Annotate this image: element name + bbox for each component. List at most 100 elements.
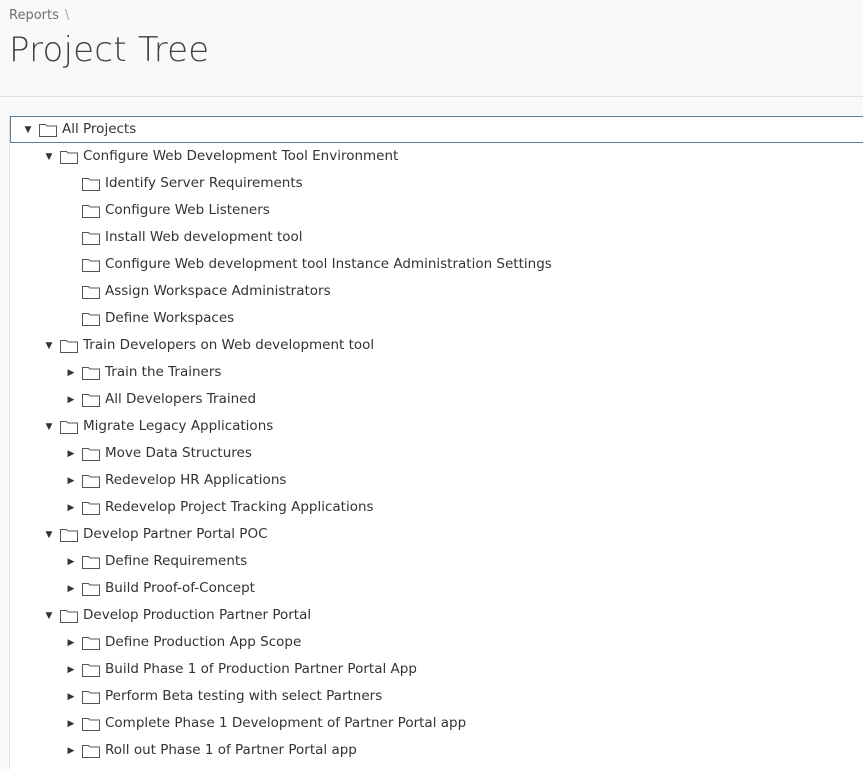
triangle-right-icon[interactable]: ▶ bbox=[63, 365, 79, 381]
tree-node-label[interactable]: Identify Server Requirements bbox=[105, 170, 303, 197]
tree-node-task[interactable]: ▶ Define Production App Scope bbox=[10, 629, 302, 656]
tree-node-task[interactable]: ▶ Redevelop HR Applications bbox=[10, 467, 287, 494]
tree-node-label[interactable]: Perform Beta testing with select Partner… bbox=[105, 683, 382, 710]
triangle-right-icon[interactable]: ▶ bbox=[63, 554, 79, 570]
tree-node-task[interactable]: ▶ Move Data Structures bbox=[10, 440, 252, 467]
tree-node-label[interactable]: Complete Phase 1 Development of Partner … bbox=[105, 710, 466, 737]
triangle-right-icon[interactable]: ▶ bbox=[63, 662, 79, 678]
folder-icon bbox=[60, 150, 78, 164]
tree-node-label[interactable]: Define Workspaces bbox=[105, 305, 234, 332]
tree-node-task[interactable]: Configure Web development tool Instance … bbox=[10, 251, 552, 278]
triangle-right-icon[interactable]: ▶ bbox=[63, 392, 79, 408]
tree-node-task[interactable]: ▶ Define Requirements bbox=[10, 548, 248, 575]
folder-icon bbox=[82, 204, 100, 218]
tree-node-task[interactable]: ▶ All Developers Trained bbox=[10, 386, 257, 413]
triangle-right-icon[interactable]: ▶ bbox=[63, 743, 79, 759]
tree-node-project[interactable]: ▼ Train Developers on Web development too… bbox=[10, 332, 375, 359]
tree-node-label[interactable]: Configure Web Development Tool Environme… bbox=[83, 143, 398, 170]
tree-node-label[interactable]: Define Production App Scope bbox=[105, 629, 301, 656]
page-title: Project Tree bbox=[9, 30, 210, 70]
breadcrumb: Reports \ bbox=[9, 8, 69, 23]
triangle-right-icon[interactable]: ▶ bbox=[63, 635, 79, 651]
folder-icon bbox=[82, 690, 100, 704]
tree-node-label[interactable]: Install Web development tool bbox=[105, 224, 303, 251]
tree-node-label[interactable]: Configure Web development tool Instance … bbox=[105, 251, 552, 278]
tree-node-label[interactable]: Redevelop Project Tracking Applications bbox=[105, 494, 374, 521]
triangle-down-icon[interactable]: ▼ bbox=[41, 338, 57, 354]
tree-node-task[interactable]: ▶ Build Phase 1 of Production Partner Por… bbox=[10, 656, 417, 683]
folder-icon bbox=[82, 312, 100, 326]
tree-node-project[interactable]: ▼ Develop Partner Portal POC bbox=[10, 521, 268, 548]
tree-node-task[interactable]: Identify Server Requirements bbox=[10, 170, 303, 197]
tree-node-label[interactable]: All Projects bbox=[62, 116, 136, 143]
tree-node-task[interactable]: ▶ Perform Beta testing with select Partne… bbox=[10, 683, 383, 710]
folder-icon bbox=[60, 339, 78, 353]
folder-icon bbox=[82, 663, 100, 677]
folder-icon bbox=[82, 285, 100, 299]
folder-icon bbox=[82, 636, 100, 650]
folder-icon bbox=[82, 744, 100, 758]
breadcrumb-separator: \ bbox=[64, 8, 70, 23]
tree-node-project[interactable]: ▼ Migrate Legacy Applications bbox=[10, 413, 274, 440]
triangle-down-icon[interactable]: ▼ bbox=[41, 608, 57, 624]
folder-icon bbox=[39, 123, 57, 137]
tree-node-project[interactable]: ▼ Develop Production Partner Portal bbox=[10, 602, 312, 629]
tree-node-label[interactable]: Build Phase 1 of Production Partner Port… bbox=[105, 656, 417, 683]
folder-icon bbox=[82, 447, 100, 461]
folder-icon bbox=[82, 501, 100, 515]
folder-icon bbox=[60, 528, 78, 542]
page-header: Reports \ Project Tree bbox=[0, 0, 863, 97]
tree-node-label[interactable]: Develop Production Partner Portal bbox=[83, 602, 311, 629]
triangle-right-icon[interactable]: ▶ bbox=[63, 689, 79, 705]
triangle-down-icon[interactable]: ▼ bbox=[20, 122, 36, 138]
tree-node-project[interactable]: ▼ Configure Web Development Tool Environm… bbox=[10, 143, 399, 170]
tree-node-label[interactable]: Train the Trainers bbox=[105, 359, 221, 386]
triangle-down-icon[interactable]: ▼ bbox=[41, 527, 57, 543]
tree-node-label[interactable]: Configure Web Listeners bbox=[105, 197, 270, 224]
tree-node-label[interactable]: Move Data Structures bbox=[105, 440, 252, 467]
breadcrumb-item-reports[interactable]: Reports bbox=[9, 8, 59, 23]
folder-icon bbox=[82, 555, 100, 569]
tree-node-label[interactable]: Define Requirements bbox=[105, 548, 247, 575]
folder-icon bbox=[82, 717, 100, 731]
tree-node-task[interactable]: ▶ Complete Phase 1 Development of Partner… bbox=[10, 710, 467, 737]
project-tree: ▼ All Projects ▼ Configure Web Development … bbox=[9, 115, 863, 769]
tree-node-label[interactable]: Develop Partner Portal POC bbox=[83, 521, 268, 548]
triangle-down-icon[interactable]: ▼ bbox=[41, 149, 57, 165]
tree-node-task[interactable]: ▶ Build Proof-of-Concept bbox=[10, 575, 255, 602]
tree-node-label[interactable]: Train Developers on Web development tool bbox=[83, 332, 374, 359]
folder-icon bbox=[82, 258, 100, 272]
tree-node-label[interactable]: Assign Workspace Administrators bbox=[105, 278, 331, 305]
folder-icon bbox=[82, 393, 100, 407]
tree-node-task[interactable]: Assign Workspace Administrators bbox=[10, 278, 331, 305]
tree-node-root[interactable]: ▼ All Projects bbox=[10, 116, 863, 143]
triangle-down-icon[interactable]: ▼ bbox=[41, 419, 57, 435]
triangle-right-icon[interactable]: ▶ bbox=[63, 716, 79, 732]
folder-icon bbox=[82, 582, 100, 596]
tree-node-label[interactable]: Migrate Legacy Applications bbox=[83, 413, 273, 440]
tree-node-label[interactable]: Redevelop HR Applications bbox=[105, 467, 286, 494]
tree-node-task[interactable]: Define Workspaces bbox=[10, 305, 234, 332]
triangle-right-icon[interactable]: ▶ bbox=[63, 446, 79, 462]
tree-node-label[interactable]: All Developers Trained bbox=[105, 386, 256, 413]
tree-node-label[interactable]: Roll out Phase 1 of Partner Portal app bbox=[105, 737, 357, 764]
tree-node-task[interactable]: ▶ Roll out Phase 1 of Partner Portal app bbox=[10, 737, 357, 764]
tree-node-label[interactable]: Build Proof-of-Concept bbox=[105, 575, 255, 602]
tree-node-task[interactable]: ▶ Train the Trainers bbox=[10, 359, 222, 386]
triangle-right-icon[interactable]: ▶ bbox=[63, 473, 79, 489]
triangle-right-icon[interactable]: ▶ bbox=[63, 500, 79, 516]
folder-icon bbox=[82, 474, 100, 488]
folder-icon bbox=[60, 420, 78, 434]
folder-icon bbox=[60, 609, 78, 623]
tree-node-task[interactable]: Configure Web Listeners bbox=[10, 197, 270, 224]
tree-node-task[interactable]: Install Web development tool bbox=[10, 224, 303, 251]
triangle-right-icon[interactable]: ▶ bbox=[63, 581, 79, 597]
folder-icon bbox=[82, 231, 100, 245]
tree-node-task[interactable]: ▶ Redevelop Project Tracking Applications bbox=[10, 494, 374, 521]
